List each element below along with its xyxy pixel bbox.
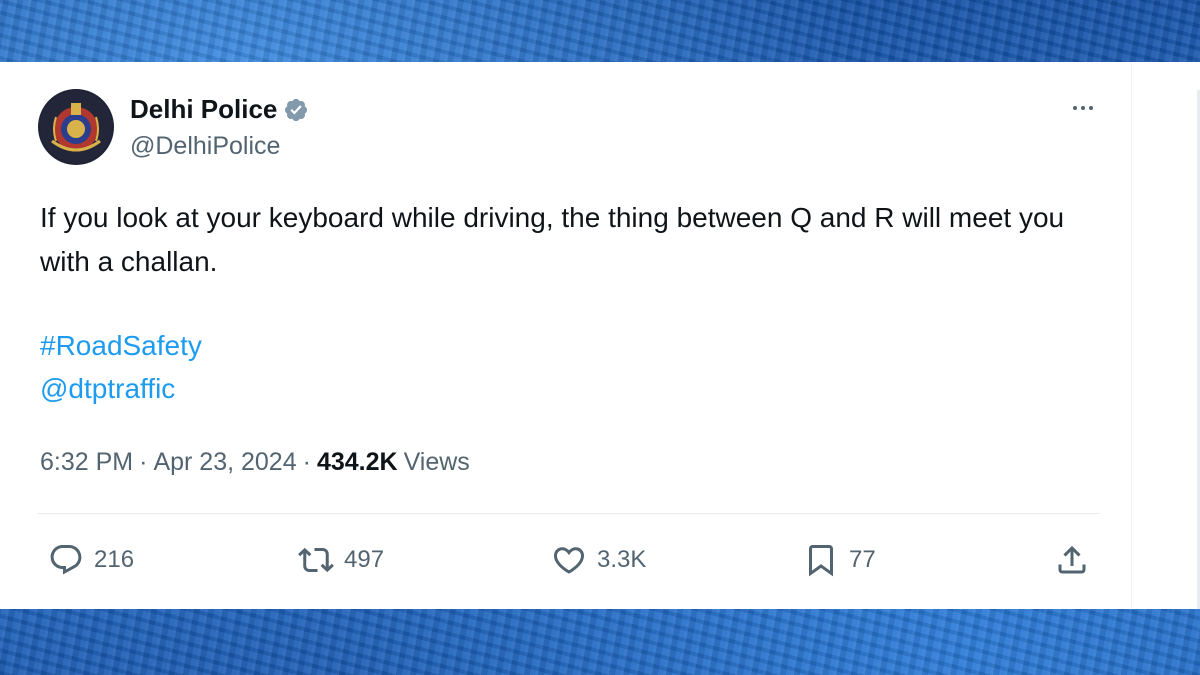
verified-badge-icon — [285, 98, 308, 121]
avatar[interactable] — [38, 89, 114, 165]
like-button[interactable]: 3.3K — [551, 540, 646, 580]
tweet-metadata: 6:32 PM · Apr 23, 2024 · 434.2K Views — [40, 448, 470, 477]
bookmark-icon — [809, 545, 833, 577]
reply-button[interactable]: 216 — [48, 540, 134, 580]
repost-icon — [298, 547, 334, 573]
reply-count: 216 — [94, 546, 135, 573]
mention-link[interactable]: @dtptraffic — [40, 373, 175, 405]
share-button[interactable] — [1054, 540, 1090, 580]
repost-count: 497 — [344, 546, 385, 573]
tweet-text: If you look at your keyboard while drivi… — [40, 202, 1065, 277]
actions-divider — [38, 513, 1100, 514]
share-icon — [1058, 545, 1086, 574]
tweet-date[interactable]: Apr 23, 2024 — [153, 448, 296, 477]
author-name[interactable]: Delhi Police — [130, 94, 277, 125]
dot — [1089, 106, 1093, 110]
meta-separator: · — [302, 448, 311, 476]
dot — [1081, 106, 1085, 110]
views-count: 434.2K — [316, 448, 398, 476]
tweet-card: Delhi Police @DelhiPolice If you look at… — [0, 62, 1200, 609]
hashtag-link[interactable]: #RoadSafety — [40, 330, 202, 362]
tweet-time[interactable]: 6:32 PM — [40, 448, 133, 477]
bookmark-count: 77 — [849, 546, 876, 573]
views-label: Views — [403, 448, 470, 476]
author-handle[interactable]: @DelhiPolice — [130, 132, 280, 161]
heart-icon — [553, 547, 585, 574]
like-count: 3.3K — [597, 546, 647, 573]
reply-icon — [50, 545, 82, 575]
column-divider — [1131, 62, 1132, 609]
dot — [1073, 106, 1077, 110]
author-name-row[interactable]: Delhi Police — [130, 94, 309, 125]
delhi-police-emblem-icon — [40, 91, 112, 163]
bookmark-button[interactable]: 77 — [803, 540, 876, 580]
meta-separator: · — [139, 448, 148, 476]
more-options-icon[interactable] — [1066, 96, 1100, 120]
repost-button[interactable]: 497 — [298, 540, 384, 580]
